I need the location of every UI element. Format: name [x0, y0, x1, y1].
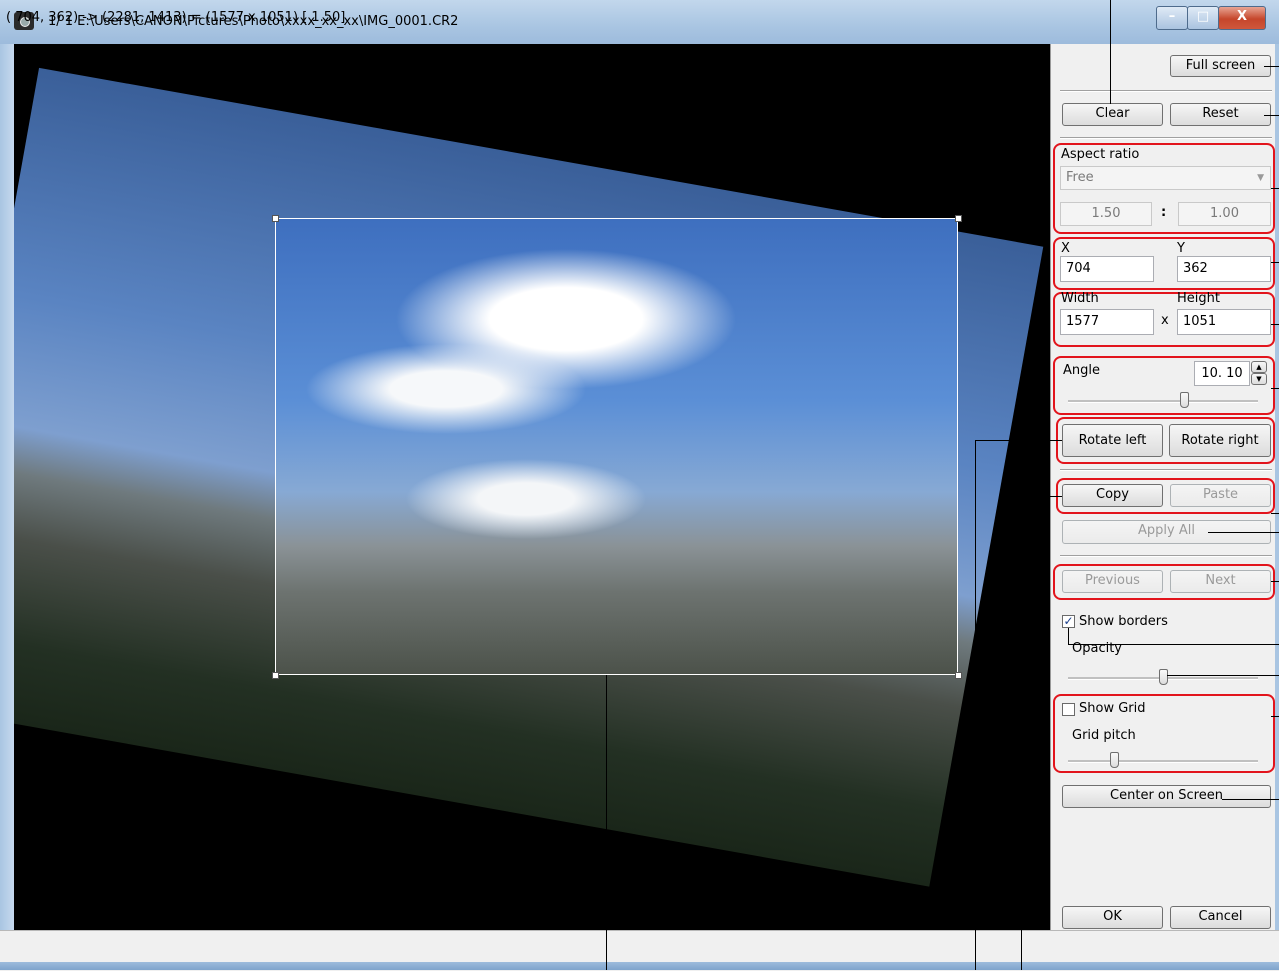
angle-up-icon[interactable]: ▲: [1251, 361, 1267, 373]
callout-line-borders: [1068, 644, 1279, 645]
opacity-slider-thumb[interactable]: [1159, 669, 1168, 685]
aspect-ratio-label: Aspect ratio: [1061, 147, 1140, 162]
full-screen-button[interactable]: Full screen: [1170, 55, 1271, 77]
callout-line-opacity: [1167, 675, 1279, 676]
callout-line-copy: [1271, 513, 1279, 514]
height-label: Height: [1177, 291, 1220, 306]
callout-line-apply-all: [1208, 532, 1279, 533]
width-field[interactable]: 1577: [1060, 309, 1154, 335]
divider: [1060, 137, 1272, 139]
show-borders-checkbox[interactable]: ✓: [1062, 615, 1075, 628]
callout-line-rotate-h: [975, 440, 1062, 441]
divider: [1060, 555, 1272, 557]
copy-button[interactable]: Copy: [1062, 484, 1163, 507]
angle-slider-track[interactable]: [1068, 400, 1258, 403]
y-label: Y: [1177, 241, 1185, 256]
grid-pitch-slider-thumb[interactable]: [1110, 752, 1119, 768]
x-label: X: [1061, 241, 1070, 256]
status-coordinates: ( 704, 362) -> (2281, 1413) = (1577 x 10…: [6, 10, 346, 25]
previous-button[interactable]: Previous: [1062, 570, 1163, 593]
callout-line-crop-frame: [606, 675, 607, 970]
window-frame-left: [0, 44, 14, 970]
callout-line-clear: [1110, 0, 1111, 104]
angle-field[interactable]: 10. 10: [1194, 361, 1250, 386]
aspect-ratio-value: Free: [1066, 170, 1094, 185]
divider: [1060, 90, 1272, 92]
show-borders-label: Show borders: [1079, 614, 1168, 629]
crop-handle-top-right[interactable]: [955, 215, 962, 222]
crop-handle-bottom-right[interactable]: [955, 672, 962, 679]
dropdown-arrow-icon: ▼: [1257, 173, 1264, 183]
callout-line-xy: [1271, 262, 1279, 263]
callout-line-navigation: [1271, 581, 1279, 582]
crop-handle-bottom-left[interactable]: [272, 672, 279, 679]
callout-line-copy-h: [1021, 496, 1062, 497]
y-field[interactable]: 362: [1177, 256, 1271, 282]
angle-label: Angle: [1063, 363, 1100, 378]
callout-line-aspect: [1271, 188, 1279, 189]
width-label: Width: [1061, 291, 1099, 306]
ratio-width-field[interactable]: 1.50: [1060, 202, 1152, 226]
callout-line-borders-v: [1068, 628, 1069, 644]
callout-line-size: [1271, 324, 1279, 325]
aspect-ratio-select[interactable]: Free ▼: [1060, 166, 1271, 190]
maximize-button[interactable]: □: [1187, 6, 1219, 30]
x-field[interactable]: 704: [1060, 256, 1154, 282]
callout-line-reset: [1264, 115, 1279, 116]
callout-line-center: [1222, 799, 1279, 800]
ok-button[interactable]: OK: [1062, 906, 1163, 929]
window-frame-bottom: [0, 962, 1279, 970]
center-on-screen-button[interactable]: Center on Screen: [1062, 785, 1271, 808]
ratio-height-field[interactable]: 1.00: [1178, 202, 1271, 226]
grid-pitch-slider-track[interactable]: [1068, 760, 1258, 763]
callout-line-copy-v: [1021, 496, 1022, 970]
minimize-button[interactable]: –: [1156, 6, 1188, 30]
callout-line-angle: [1271, 388, 1279, 389]
cancel-button[interactable]: Cancel: [1170, 906, 1271, 929]
height-field[interactable]: 1051: [1177, 309, 1271, 335]
rotate-left-button[interactable]: Rotate left: [1062, 424, 1163, 457]
close-button[interactable]: X: [1218, 6, 1266, 30]
ratio-separator: :: [1161, 205, 1167, 220]
crop-frame[interactable]: [275, 218, 958, 675]
show-grid-checkbox[interactable]: [1062, 703, 1075, 716]
callout-line-grid: [1271, 716, 1279, 717]
show-grid-label: Show Grid: [1079, 701, 1146, 716]
angle-down-icon[interactable]: ▼: [1251, 373, 1267, 385]
next-button[interactable]: Next: [1170, 570, 1271, 593]
size-times-sign: x: [1161, 313, 1169, 328]
grid-pitch-label: Grid pitch: [1072, 728, 1136, 743]
callout-line-full-screen: [1264, 66, 1279, 67]
callout-line-rotate-v: [975, 440, 976, 970]
rotate-right-button[interactable]: Rotate right: [1169, 424, 1271, 457]
crop-handle-top-left[interactable]: [272, 215, 279, 222]
reset-button[interactable]: Reset: [1170, 103, 1271, 126]
paste-button[interactable]: Paste: [1170, 484, 1271, 507]
angle-slider-thumb[interactable]: [1180, 392, 1189, 408]
divider: [1060, 469, 1272, 471]
clear-button[interactable]: Clear: [1062, 103, 1163, 126]
